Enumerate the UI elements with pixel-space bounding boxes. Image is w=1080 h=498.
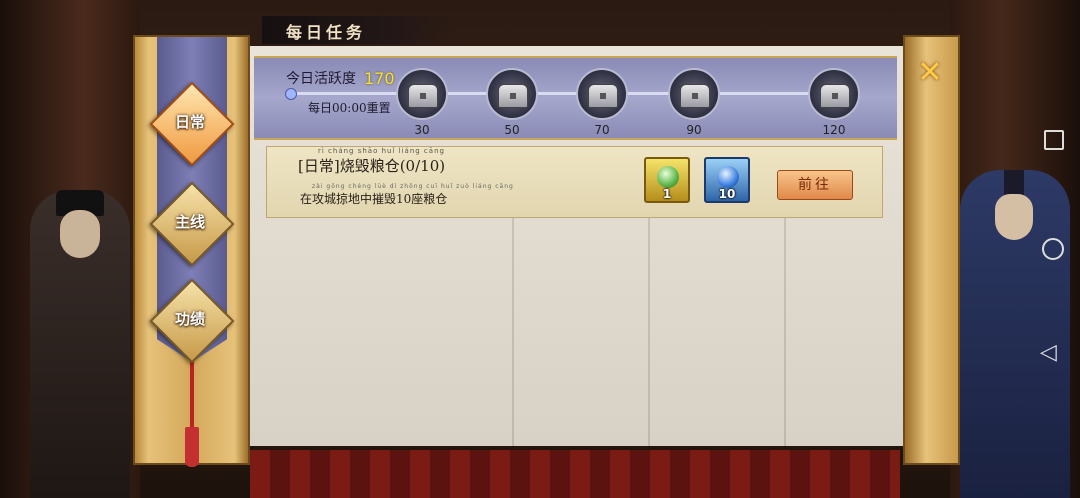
background-carpet	[250, 450, 900, 498]
chest-threshold: 50	[504, 123, 520, 137]
tab-merit-label: 功绩	[174, 310, 205, 328]
advisor-character	[30, 190, 130, 498]
tab-scroll: 日常 主线 功绩	[133, 35, 250, 467]
chest-icon[interactable]	[486, 68, 538, 120]
chest-icon[interactable]	[808, 68, 860, 120]
activity-value: 170	[364, 69, 395, 88]
activity-label: 今日活跃度	[286, 71, 356, 87]
official-character	[960, 170, 1070, 498]
green-gem-icon	[657, 166, 679, 188]
chest-threshold: 120	[822, 123, 846, 137]
tab-merit[interactable]: 功绩	[149, 278, 235, 364]
chest-icon[interactable]	[576, 68, 628, 120]
tassel-icon	[185, 427, 199, 467]
reward-count: 10	[718, 187, 736, 201]
activity-track	[290, 92, 820, 95]
home-icon[interactable]	[1042, 238, 1064, 260]
chest-icon[interactable]	[396, 68, 448, 120]
blue-orb-icon	[717, 166, 739, 188]
back-icon[interactable]: ◁	[1040, 340, 1066, 366]
chest-threshold: 90	[686, 123, 702, 137]
go-button[interactable]: 前往	[777, 170, 853, 200]
close-icon[interactable]: ✕	[915, 58, 945, 88]
chest-icon[interactable]	[668, 68, 720, 120]
tab-daily[interactable]: 日常	[149, 81, 235, 167]
tab-main-quest-label: 主线	[174, 213, 205, 231]
task-description-pinyin: zài gōng chéng lüè dì zhōng cuī huǐ zuò …	[312, 183, 514, 190]
page-title: 每日任务	[286, 23, 367, 42]
reward-count: 1	[662, 187, 672, 201]
reward-item[interactable]: 10	[704, 157, 750, 203]
title-bar: 每日任务	[262, 16, 452, 44]
chest-threshold: 30	[414, 123, 430, 137]
tab-main-quest[interactable]: 主线	[149, 181, 235, 267]
reward-item[interactable]: 1	[644, 157, 690, 203]
task-title: [日常]烧毁粮仓(0/10)	[298, 157, 446, 175]
task-description: 在攻城掠地中摧毁10座粮仓	[300, 192, 448, 206]
recent-apps-icon[interactable]	[1044, 130, 1064, 150]
tab-daily-label: 日常	[174, 113, 205, 131]
reset-text: 每日00:00重置	[308, 101, 391, 115]
chest-threshold: 70	[594, 123, 610, 137]
task-title-pinyin: rì cháng shāo huǐ liáng cāng	[318, 147, 445, 155]
right-scroll	[903, 35, 960, 465]
activity-progress-dot	[285, 88, 297, 100]
